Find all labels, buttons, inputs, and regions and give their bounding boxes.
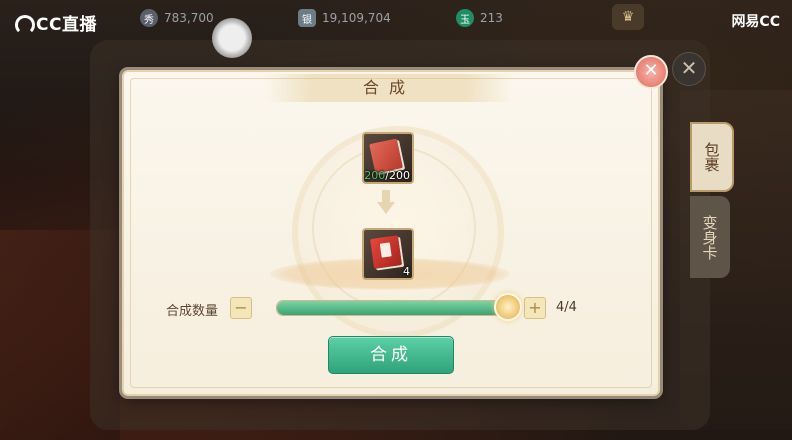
quantity-minus-button[interactable]: −: [230, 297, 252, 319]
resource-silver-value: 19,109,704: [322, 11, 391, 25]
bag-close-button[interactable]: ✕: [672, 52, 706, 86]
coin-icon: 秀: [140, 9, 158, 27]
quantity-label: 合成数量: [166, 304, 219, 319]
tab-transform-card[interactable]: 变身卡: [690, 196, 730, 278]
source-item-have: 200: [364, 169, 386, 182]
target-item-slot[interactable]: 4: [362, 228, 414, 280]
resource-jade: 玉 213: [456, 9, 503, 27]
status-bar: CC直播 秀 783,700 银 19,109,704 玉 213 ♛ 网易CC: [0, 0, 792, 36]
crown-icon[interactable]: ♛: [612, 4, 644, 30]
brand-label: CC直播: [36, 15, 97, 35]
red-book-bundle-icon: [370, 235, 402, 269]
dialog-close-button[interactable]: ✕: [634, 55, 668, 89]
resource-jade-value: 213: [480, 11, 503, 25]
compose-button[interactable]: 合成: [328, 336, 454, 374]
source-item-slot[interactable]: 200/200: [362, 132, 414, 184]
resource-coin: 秀 783,700: [140, 9, 214, 27]
floating-joystick-button[interactable]: [212, 18, 252, 58]
quantity-slider-fill: [277, 301, 507, 315]
quantity-plus-button[interactable]: +: [524, 297, 546, 319]
resource-coin-value: 783,700: [164, 11, 214, 25]
source-item-count: 200/200: [364, 169, 410, 182]
dialog-title: 合成: [264, 74, 514, 102]
silver-icon: 银: [298, 9, 316, 27]
quantity-slider[interactable]: [276, 300, 508, 316]
arrow-down-icon: [377, 190, 395, 216]
compose-dialog: 合成 200/200 4 合成数量 − + 4/4 合成: [122, 70, 660, 396]
quantity-value: 4/4: [556, 300, 577, 315]
tab-bag[interactable]: 包裹: [690, 122, 734, 192]
source-item-need: /200: [385, 169, 410, 182]
target-item-count: 4: [403, 265, 410, 278]
quantity-slider-knob[interactable]: [494, 293, 522, 321]
jade-icon: 玉: [456, 9, 474, 27]
cc-logo-icon: [12, 13, 35, 35]
netease-cc-watermark: 网易CC: [731, 14, 780, 30]
resource-silver: 银 19,109,704: [298, 9, 391, 27]
cc-live-logo: CC直播: [12, 10, 97, 35]
